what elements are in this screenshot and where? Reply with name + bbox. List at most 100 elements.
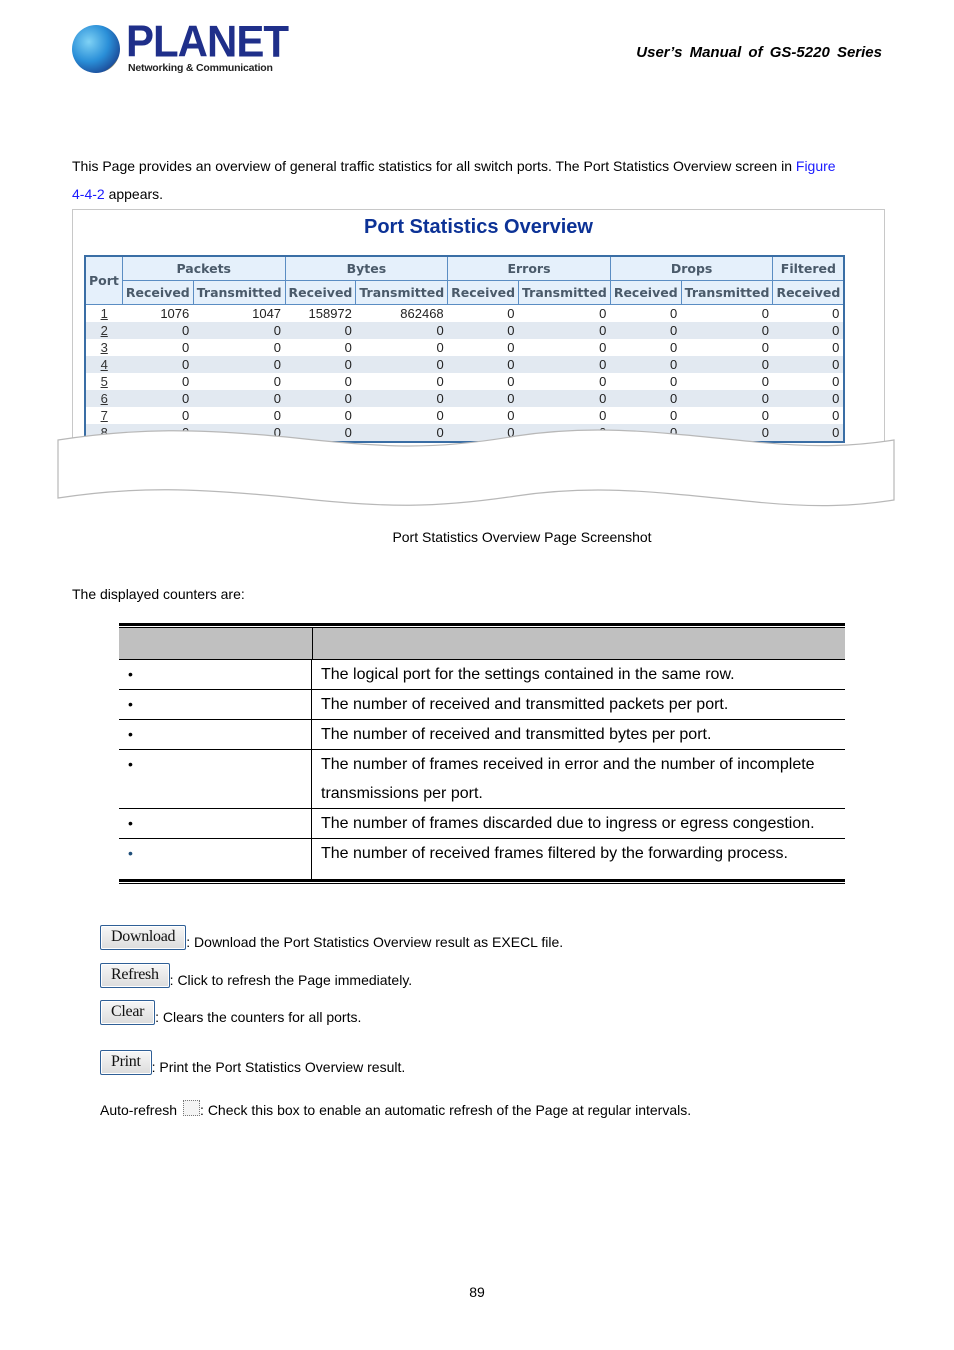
stat-cell: 1047 (252, 306, 282, 321)
bullet-icon: • (128, 815, 133, 831)
intro-text-end: appears. (104, 186, 164, 202)
stat-cell: 0 (182, 408, 190, 423)
col-port: Port (84, 255, 123, 305)
sub-header: Transmitted (355, 280, 449, 305)
stat-cell: 0 (832, 374, 840, 389)
counter-description: The number of frames received in error a… (321, 756, 815, 773)
stat-cell: 0 (610, 390, 682, 407)
stat-cell: 0 (599, 340, 607, 355)
stat-cell: 0 (610, 356, 682, 373)
sub-header: Received (772, 280, 845, 305)
counters-label: The displayed counters are: (72, 586, 245, 602)
globe-icon (72, 25, 120, 73)
counter-description: The number of frames discarded due to in… (321, 815, 815, 832)
counters-table-header (119, 627, 845, 660)
stat-cell: 0 (518, 390, 611, 407)
port-link[interactable]: 4 (101, 357, 108, 372)
print-description: : Print the Port Statistics Overview res… (151, 1059, 406, 1075)
clear-button[interactable]: Clear (100, 1000, 156, 1025)
intro-paragraph: This Page provides an overview of genera… (72, 152, 872, 208)
sub-header-row: Received Transmitted Received Transmitte… (85, 280, 845, 305)
table-row: 1 1076 1047 158972 862468 0 0 0 0 0 (85, 305, 844, 323)
stat-cell: 0 (681, 356, 773, 373)
stat-cell: 0 (182, 374, 190, 389)
port-link[interactable]: 7 (101, 408, 108, 423)
counter-row-bytes: • The number of received and transmitted… (119, 720, 845, 750)
refresh-description: : Click to refresh the Page immediately. (169, 972, 413, 988)
counter-description: The logical port for the settings contai… (321, 666, 735, 683)
table-row: 6000000000 (85, 390, 845, 407)
intro-text: This Page provides an overview of genera… (72, 158, 796, 174)
stat-cell: 0 (193, 390, 286, 407)
stat-cell: 0 (436, 374, 444, 389)
autorefresh-label: Auto-refresh (100, 1102, 178, 1118)
stat-cell: 0 (772, 390, 845, 407)
stat-cell: 0 (599, 306, 607, 321)
bullet-icon: • (128, 726, 133, 742)
stat-cell: 0 (507, 374, 515, 389)
stat-cell: 0 (193, 356, 286, 373)
stat-cell: 0 (273, 374, 282, 389)
stat-cell: 0 (344, 374, 352, 389)
port-link[interactable]: 5 (101, 374, 108, 389)
refresh-button[interactable]: Refresh (100, 963, 170, 988)
stat-cell: 0 (832, 340, 840, 355)
autorefresh-checkbox[interactable] (183, 1100, 201, 1116)
stat-cell: 1076 (160, 306, 190, 321)
planet-logo: PLANET Networking & Communication (72, 18, 289, 78)
stat-cell: 0 (669, 374, 678, 389)
sub-header: Transmitted (518, 280, 611, 305)
group-header-row: Port Packets Bytes Errors Drops Filtered (84, 255, 845, 305)
stat-cell: 0 (122, 322, 194, 339)
port-statistics-table: Port Packets Bytes Errors Drops Filtered… (84, 255, 846, 443)
port-link[interactable]: 6 (101, 391, 108, 406)
logo-tagline: Networking & Communication (128, 62, 273, 74)
port-statistics-screenshot: Port Statistics Overview Port Packets By… (72, 209, 885, 451)
stat-cell: 0 (599, 374, 607, 389)
counters-table: • The logical port for the settings cont… (119, 623, 845, 884)
table-row: 7 0 0 0 0 0 0 0 0 0 (85, 407, 844, 424)
download-button[interactable]: Download (100, 925, 187, 950)
stat-cell: 0 (193, 322, 286, 339)
table-row: 3 0 0 0 0 0 0 0 0 0 (85, 339, 844, 356)
stat-cell: 158972 (308, 306, 352, 321)
stat-cell: 0 (273, 408, 282, 423)
torn-edge-overlay (57, 429, 895, 507)
download-description: : Download the Port Statistics Overview … (186, 934, 564, 950)
counter-row-packets: • The number of received and transmitted… (119, 690, 845, 720)
print-button[interactable]: Print (100, 1050, 152, 1075)
sub-header: Transmitted (680, 280, 774, 305)
stat-cell: 0 (436, 408, 444, 423)
col-packets: Packets (121, 255, 286, 281)
clear-description: : Clears the counters for all ports. (155, 1009, 362, 1025)
counter-row-port: • The logical port for the settings cont… (119, 660, 845, 690)
port-link[interactable]: 2 (101, 323, 108, 338)
refresh-line: Refresh: Click to refresh the Page immed… (100, 963, 412, 988)
stat-cell: 0 (285, 390, 356, 407)
bullet-icon: • (128, 845, 133, 861)
sub-header: Transmitted (192, 280, 286, 305)
stat-cell: 0 (832, 306, 840, 321)
manual-title: User’s Manual of GS-5220 Series (636, 44, 882, 61)
stat-cell: 0 (761, 374, 769, 389)
bullet-icon: • (128, 666, 133, 682)
col-bytes: Bytes (284, 255, 449, 281)
stat-cell: 0 (355, 356, 448, 373)
port-link[interactable]: 3 (101, 340, 108, 355)
counter-row-drops: • The number of frames discarded due to … (119, 809, 845, 839)
stat-cell: 0 (681, 390, 773, 407)
stat-cell: 0 (447, 356, 519, 373)
port-link[interactable]: 1 (101, 306, 108, 321)
stat-cell: 0 (599, 408, 607, 423)
col-drops: Drops (609, 255, 774, 281)
stat-cell: 0 (507, 408, 515, 423)
page-number: 89 (469, 1284, 485, 1300)
header-object (119, 628, 313, 659)
stat-cell: 0 (344, 340, 352, 355)
stat-cell: 0 (669, 340, 678, 355)
autorefresh-description: : Check this box to enable an automatic … (200, 1102, 692, 1118)
counter-row-filtered: • The number of received frames filtered… (119, 839, 845, 879)
stat-cell: 0 (436, 340, 444, 355)
print-line: Print: Print the Port Statistics Overvie… (100, 1050, 405, 1075)
clear-line: Clear: Clears the counters for all ports… (100, 1000, 361, 1025)
